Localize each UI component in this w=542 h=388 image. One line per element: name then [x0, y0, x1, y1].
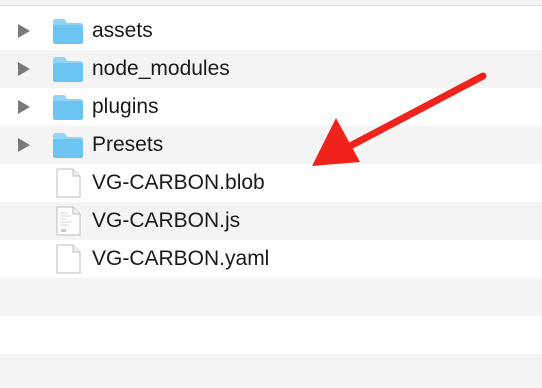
disclosure-triangle-icon[interactable]: [18, 24, 30, 38]
file-row-plugins[interactable]: plugins: [0, 88, 542, 126]
document-icon: [52, 168, 84, 198]
window-top-edge: [0, 0, 542, 6]
file-row-vg-carbon-blob[interactable]: VG-CARBON.blob: [0, 164, 542, 202]
disclosure-triangle-icon[interactable]: [18, 138, 30, 152]
file-row-assets[interactable]: assets: [0, 12, 542, 50]
file-row-node-modules[interactable]: node_modules: [0, 50, 542, 88]
folder-icon: [52, 16, 84, 46]
empty-row: [0, 354, 542, 388]
file-name: VG-CARBON.yaml: [92, 247, 270, 270]
folder-icon: [52, 92, 84, 122]
file-name: VG-CARBON.js: [92, 209, 241, 232]
file-name: plugins: [92, 95, 159, 118]
file-row-vg-carbon-js[interactable]: VG-CARBON.js: [0, 202, 542, 240]
file-name: VG-CARBON.blob: [92, 171, 265, 194]
disclosure-triangle-icon[interactable]: [18, 62, 30, 76]
disclosure-triangle-icon[interactable]: [18, 100, 30, 114]
file-list: assets node_modules plugins Presets VG-C…: [0, 12, 542, 388]
empty-row: [0, 316, 542, 354]
file-row-presets[interactable]: Presets: [0, 126, 542, 164]
file-name: assets: [92, 19, 153, 42]
file-row-vg-carbon-yaml[interactable]: VG-CARBON.yaml: [0, 240, 542, 278]
folder-icon: [52, 130, 84, 160]
folder-icon: [52, 54, 84, 84]
document-icon: [52, 244, 84, 274]
empty-row: [0, 278, 542, 316]
js-file-icon: [52, 206, 84, 236]
file-name: Presets: [92, 133, 164, 156]
finder-window: assets node_modules plugins Presets VG-C…: [0, 0, 542, 388]
file-name: node_modules: [92, 57, 230, 80]
